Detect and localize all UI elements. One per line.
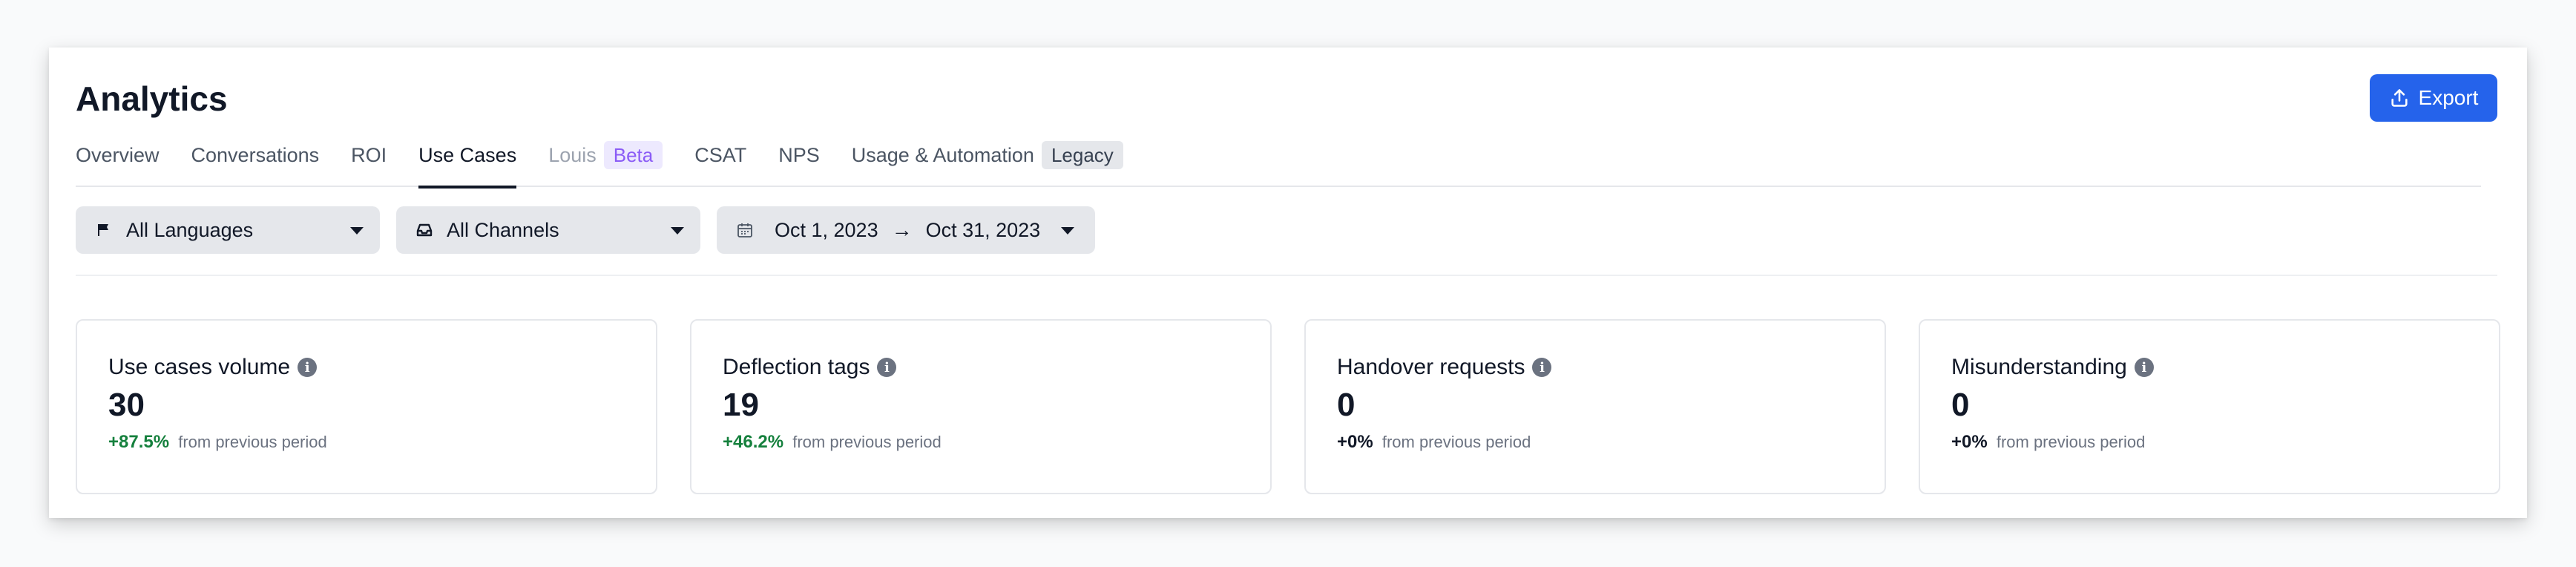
calendar-icon <box>736 221 754 239</box>
chevron-down-icon <box>350 227 364 235</box>
date-range-picker[interactable]: Oct 1, 2023 → Oct 31, 2023 <box>717 206 1095 254</box>
card-title: Deflection tags i <box>723 355 1239 380</box>
arrow-right-icon: → <box>891 218 913 241</box>
info-icon[interactable]: i <box>298 358 318 377</box>
tab-usage-automation[interactable]: Usage & Automation Legacy <box>852 135 1123 187</box>
tab-label: Usage & Automation <box>851 144 1034 166</box>
date-from: Oct 1, 2023 <box>775 218 878 241</box>
card-value: 0 <box>1951 387 1970 423</box>
channel-select[interactable]: All Channels <box>396 206 700 254</box>
metric-card-deflection-tags: Deflection tags i 19 +46.2% from previou… <box>690 319 1272 494</box>
tab-label: Conversations <box>191 144 320 166</box>
change-suffix: from previous period <box>792 433 942 452</box>
card-title: Handover requests i <box>1337 355 1853 380</box>
card-value: 19 <box>723 387 759 423</box>
card-title-text: Deflection tags <box>723 355 870 379</box>
flag-icon <box>95 221 113 239</box>
metric-card-handover-requests: Handover requests i 0 +0% from previous … <box>1304 319 1886 494</box>
card-change: +87.5% from previous period <box>108 432 625 453</box>
change-percent: +0% <box>1951 432 1988 453</box>
card-title-text: Handover requests <box>1337 355 1525 379</box>
info-icon[interactable]: i <box>2134 358 2154 377</box>
card-value: 0 <box>1337 387 1356 423</box>
analytics-panel: Analytics Export Overview Conversations … <box>49 47 2527 518</box>
language-select[interactable]: All Languages <box>76 206 380 254</box>
tab-louis[interactable]: Louis Beta <box>548 135 663 187</box>
tab-csat[interactable]: CSAT <box>694 135 746 187</box>
tab-label: Louis <box>548 144 597 166</box>
tab-label: ROI <box>351 144 387 166</box>
tab-label: Use Cases <box>418 144 517 166</box>
tab-use-cases[interactable]: Use Cases <box>418 135 517 189</box>
info-icon[interactable]: i <box>1532 358 1552 377</box>
change-suffix: from previous period <box>178 433 327 452</box>
change-suffix: from previous period <box>1381 433 1531 452</box>
language-select-value: All Languages <box>126 218 254 241</box>
tab-overview[interactable]: Overview <box>76 135 160 187</box>
change-suffix: from previous period <box>1996 433 2146 452</box>
tab-conversations[interactable]: Conversations <box>191 135 320 187</box>
tab-nps[interactable]: NPS <box>778 135 820 187</box>
card-value: 30 <box>108 387 145 423</box>
change-percent: +46.2% <box>723 432 784 453</box>
legacy-badge: Legacy <box>1041 141 1123 169</box>
card-change: +0% from previous period <box>1951 432 2468 453</box>
filter-divider <box>76 275 2497 276</box>
upload-icon <box>2391 89 2408 107</box>
card-title: Use cases volume i <box>108 355 625 380</box>
change-percent: +0% <box>1337 432 1373 453</box>
tab-label: Overview <box>76 144 160 166</box>
metric-cards: Use cases volume i 30 +87.5% from previo… <box>76 319 2500 494</box>
tab-label: CSAT <box>694 144 747 166</box>
page-title: Analytics <box>76 79 228 118</box>
channel-select-value: All Channels <box>447 218 559 241</box>
card-title: Misunderstanding i <box>1951 355 2468 380</box>
tab-label: NPS <box>778 144 820 166</box>
inbox-icon <box>415 221 433 239</box>
card-change: +46.2% from previous period <box>723 432 1239 453</box>
export-label: Export <box>2418 86 2479 109</box>
page-header: Analytics Export <box>76 74 2497 126</box>
card-title-text: Use cases volume <box>108 355 291 379</box>
card-title-text: Misunderstanding <box>1951 355 2127 379</box>
card-change: +0% from previous period <box>1337 432 1853 453</box>
tab-bar: Overview Conversations ROI Use Cases Lou… <box>76 135 2481 189</box>
beta-badge: Beta <box>603 141 663 169</box>
metric-card-use-cases-volume: Use cases volume i 30 +87.5% from previo… <box>76 319 657 494</box>
chevron-down-icon <box>671 227 684 235</box>
change-percent: +87.5% <box>108 432 170 453</box>
info-icon[interactable]: i <box>877 358 897 377</box>
metric-card-misunderstanding: Misunderstanding i 0 +0% from previous p… <box>1919 319 2500 494</box>
date-to: Oct 31, 2023 <box>925 218 1041 241</box>
filter-bar: All Languages All Channels Oct 1, 2023 →… <box>76 206 1095 254</box>
chevron-down-icon <box>1061 227 1074 235</box>
export-button[interactable]: Export <box>2370 74 2497 122</box>
tab-roi[interactable]: ROI <box>351 135 387 187</box>
